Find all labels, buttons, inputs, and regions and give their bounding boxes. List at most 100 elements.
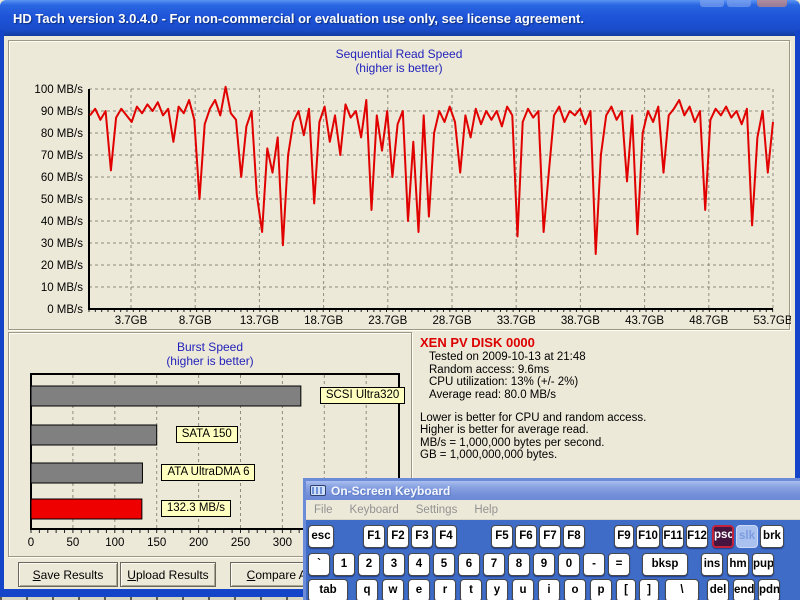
key-tab[interactable]: tab xyxy=(308,579,348,600)
key-1[interactable]: 1 xyxy=(333,553,355,576)
x-axis-label: 48.7GB xyxy=(689,315,728,327)
osk-menu-file[interactable]: File xyxy=(314,504,333,516)
osk-key-area: esc F1F2F3F4 F5F6F7F8 F9F10F11F12pscslkbrk `… xyxy=(306,520,800,600)
key-[[interactable]: [ xyxy=(616,579,636,600)
key-brk[interactable]: brk xyxy=(760,525,784,548)
osk-menu-help[interactable]: Help xyxy=(474,504,498,516)
x-axis-label: 33.7GB xyxy=(497,315,536,327)
osk-menu-keyboard[interactable]: Keyboard xyxy=(350,504,399,516)
key-0[interactable]: 0 xyxy=(558,553,580,576)
burst-x-label: 0 xyxy=(28,537,34,549)
key-end[interactable]: end xyxy=(733,579,755,600)
y-axis-label: 60 MB/s xyxy=(41,172,83,184)
maximize-button[interactable] xyxy=(727,0,751,7)
y-axis-label: 90 MB/s xyxy=(41,106,83,118)
x-axis-label: 3.7GB xyxy=(115,315,148,327)
key-F2[interactable]: F2 xyxy=(387,525,409,548)
note-line: MB/s = 1,000,000 bytes per second. xyxy=(420,437,646,449)
key-del[interactable]: del xyxy=(707,579,729,600)
detail-line: Average read: 80.0 MB/s xyxy=(429,389,586,402)
key--[interactable]: - xyxy=(583,553,605,576)
osk-row: esc F1F2F3F4 F5F6F7F8 F9F10F11F12pscslkbrk xyxy=(308,525,800,548)
key-2[interactable]: 2 xyxy=(358,553,380,576)
bar-label: ATA UltraDMA 6 xyxy=(161,464,255,481)
y-axis-label: 50 MB/s xyxy=(41,194,83,206)
key-4[interactable]: 4 xyxy=(408,553,430,576)
key-F6[interactable]: F6 xyxy=(515,525,537,548)
key-F9[interactable]: F9 xyxy=(614,525,634,548)
key-psc[interactable]: psc xyxy=(712,525,734,548)
key-5[interactable]: 5 xyxy=(433,553,455,576)
y-axis-label: 40 MB/s xyxy=(41,216,83,228)
key-6[interactable]: 6 xyxy=(458,553,480,576)
window-border-left xyxy=(0,30,4,600)
key-p[interactable]: p xyxy=(590,579,612,600)
keyboard-icon xyxy=(310,485,326,496)
key-F1[interactable]: F1 xyxy=(363,525,385,548)
window-title: HD Tach version 3.0.4.0 - For non-commer… xyxy=(13,11,584,26)
x-axis-label: 13.7GB xyxy=(240,315,279,327)
key-][interactable]: ] xyxy=(639,579,659,600)
key-F5[interactable]: F5 xyxy=(491,525,513,548)
key-F3[interactable]: F3 xyxy=(411,525,433,548)
key-F10[interactable]: F10 xyxy=(636,525,660,548)
osk-menu-settings[interactable]: Settings xyxy=(416,504,458,516)
key-9[interactable]: 9 xyxy=(533,553,555,576)
minimize-button[interactable] xyxy=(700,0,724,7)
bar-label: SCSI Ultra320 xyxy=(320,387,406,404)
x-axis-label: 23.7GB xyxy=(368,315,407,327)
key-r[interactable]: r xyxy=(434,579,456,600)
osk-title-bar[interactable]: On-Screen Keyboard xyxy=(306,481,800,500)
key-y[interactable]: y xyxy=(486,579,508,600)
x-axis-label: 8.7GB xyxy=(179,315,212,327)
key-F11[interactable]: F11 xyxy=(662,525,684,548)
y-axis-label: 70 MB/s xyxy=(41,150,83,162)
burst-bar xyxy=(31,386,301,406)
disk-name: XEN PV DISK 0000 xyxy=(420,335,535,350)
key-F12[interactable]: F12 xyxy=(686,525,708,548)
key-pdn[interactable]: pdn xyxy=(758,579,780,600)
key-u[interactable]: u xyxy=(512,579,534,600)
key-hm[interactable]: hm xyxy=(727,553,749,576)
key-3[interactable]: 3 xyxy=(383,553,405,576)
osk-title: On-Screen Keyboard xyxy=(331,484,450,498)
x-axis-label: 53.7GB xyxy=(754,315,792,327)
key-e[interactable]: e xyxy=(408,579,430,600)
y-axis-label: 0 MB/s xyxy=(47,304,83,316)
bar-label: 132.3 MB/s xyxy=(161,500,231,517)
key-slk[interactable]: slk xyxy=(736,525,758,548)
key-q[interactable]: q xyxy=(356,579,378,600)
title-bar: HD Tach version 3.0.4.0 - For non-commer… xyxy=(0,0,800,36)
key-t[interactable]: t xyxy=(460,579,482,600)
save-results-button[interactable]: Save Results xyxy=(18,562,118,587)
key-7[interactable]: 7 xyxy=(483,553,505,576)
key-`[interactable]: ` xyxy=(308,553,330,576)
detail-line: Random access: 9.6ms xyxy=(429,364,586,377)
detail-line: Tested on 2009-10-13 at 21:48 xyxy=(429,351,586,364)
key-esc[interactable]: esc xyxy=(308,525,334,548)
key-F8[interactable]: F8 xyxy=(563,525,585,548)
bar-label: SATA 150 xyxy=(176,426,238,443)
key-pup[interactable]: pup xyxy=(752,553,774,576)
y-axis-label: 100 MB/s xyxy=(34,84,83,96)
upload-results-button[interactable]: Upload Results xyxy=(120,562,216,587)
burst-bar xyxy=(31,425,157,445)
key-ins[interactable]: ins xyxy=(701,553,723,576)
key-8[interactable]: 8 xyxy=(508,553,530,576)
key-i[interactable]: i xyxy=(538,579,560,600)
burst-bar xyxy=(31,463,142,483)
sequential-read-chart: 3.7GB8.7GB13.7GB18.7GB23.7GB28.7GB33.7GB… xyxy=(9,41,791,336)
legend-notes: Lower is better for CPU and random acces… xyxy=(420,412,646,462)
key-bksp[interactable]: bksp xyxy=(642,553,688,576)
y-axis-label: 10 MB/s xyxy=(41,282,83,294)
key-w[interactable]: w xyxy=(382,579,404,600)
sequential-read-panel: Sequential Read Speed (higher is better)… xyxy=(8,40,790,330)
close-button[interactable] xyxy=(757,0,787,7)
key-=[interactable]: = xyxy=(608,553,630,576)
key-F4[interactable]: F4 xyxy=(435,525,457,548)
key-F7[interactable]: F7 xyxy=(539,525,561,548)
key-backslash[interactable]: \ xyxy=(665,579,699,600)
key-o[interactable]: o xyxy=(564,579,586,600)
test-details: Tested on 2009-10-13 at 21:48Random acce… xyxy=(429,351,586,402)
x-axis-label: 28.7GB xyxy=(433,315,472,327)
